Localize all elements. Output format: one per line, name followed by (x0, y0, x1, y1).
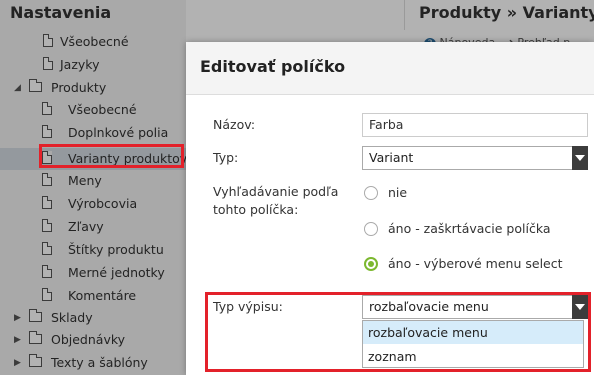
type-label: Typ: (213, 150, 239, 165)
radio-checkboxes[interactable] (364, 222, 378, 236)
search-label: Vyhľadávanie podľa tohto políčka: (213, 183, 338, 219)
radio-select-menu[interactable] (364, 257, 378, 271)
type-select-value: Variant (369, 150, 414, 165)
type-select[interactable]: Variant (362, 146, 588, 170)
radio-nie-label[interactable]: nie (388, 185, 407, 201)
name-input[interactable]: Farba (362, 113, 588, 137)
name-label: Názov: (213, 117, 256, 132)
search-label-line2: tohto políčka: (213, 202, 299, 217)
dialog-title: Editovať políčko (200, 57, 346, 76)
radio-nie[interactable] (364, 186, 378, 200)
chevron-down-icon[interactable] (572, 146, 588, 170)
list-type-highlight-annotation (205, 292, 591, 372)
dialog-header: Editovať políčko (186, 42, 594, 95)
radio-select-menu-label[interactable]: áno - výberové menu select (388, 256, 563, 272)
radio-checkboxes-label[interactable]: áno - zaškrtávacie políčka (388, 221, 551, 237)
search-label-line1: Vyhľadávanie podľa (213, 184, 339, 199)
sidebar-highlight-annotation (39, 144, 184, 168)
